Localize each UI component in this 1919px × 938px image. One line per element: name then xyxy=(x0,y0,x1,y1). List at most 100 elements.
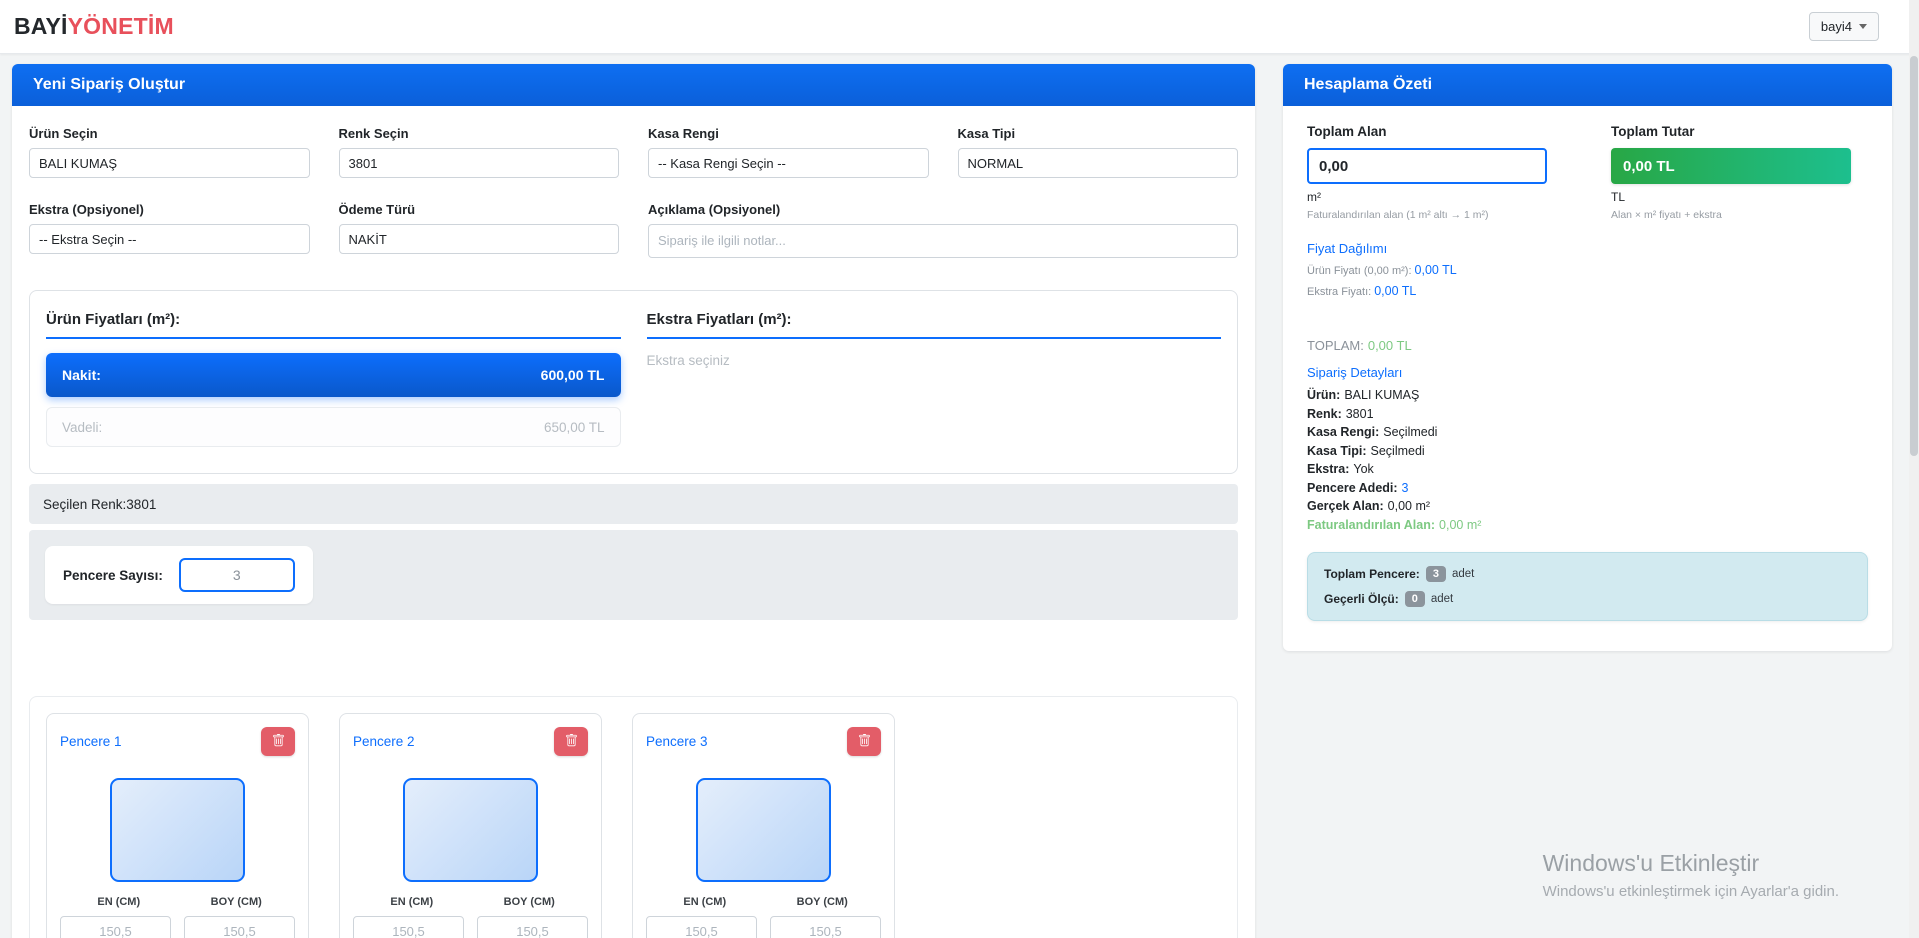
detail-value: Seçilmedi xyxy=(1371,444,1425,458)
field-case-color: Kasa Rengi -- Kasa Rengi Seçin -- xyxy=(648,126,929,178)
detail-label: Ürün: xyxy=(1307,388,1340,402)
product-select[interactable]: BALI KUMAŞ xyxy=(29,148,310,178)
window-count-card: Pencere Sayısı: xyxy=(45,546,313,604)
window-3-dim-labels: EN (CM) BOY (CM) xyxy=(646,896,881,908)
window-2-boy-label: BOY (CM) xyxy=(471,896,589,908)
detail-label: Kasa Tipi: xyxy=(1307,444,1367,458)
window-card-1-title: Pencere 1 xyxy=(60,734,122,749)
price-row-vadeli[interactable]: Vadeli: 650,00 TL xyxy=(46,407,621,447)
window-card-1-header: Pencere 1 xyxy=(60,727,295,756)
scrollbar-track[interactable] xyxy=(1909,0,1919,938)
field-color: Renk Seçin 3801 xyxy=(339,126,620,178)
summary-panel: Hesaplama Özeti Toplam Alan m² Faturalan… xyxy=(1283,64,1892,651)
stat-valid-badge: 0 xyxy=(1405,591,1425,607)
payment-label: Ödeme Türü xyxy=(339,202,620,217)
window-count-input[interactable] xyxy=(179,558,295,592)
detail-row-color: Renk:3801 xyxy=(1307,405,1868,424)
window-preview-1 xyxy=(110,778,245,882)
page-content: Yeni Sipariş Oluştur Ürün Seçin BALI KUM… xyxy=(0,54,1919,938)
summary-totals-row: Toplam Alan m² Faturalandırılan alan (1 … xyxy=(1307,124,1868,221)
delete-window-2-button[interactable] xyxy=(554,727,588,756)
detail-row-billed-area: Faturalandırılan Alan:0,00 m² xyxy=(1307,516,1868,535)
price-breakdown-title: Fiyat Dağılımı xyxy=(1307,241,1868,256)
window-1-boy-input[interactable] xyxy=(184,916,295,938)
stat-total-unit: adet xyxy=(1452,568,1474,580)
total-area-unit: m² xyxy=(1307,190,1547,204)
extra-prices-column: Ekstra Fiyatları (m²): Ekstra seçiniz xyxy=(647,311,1222,447)
case-type-select[interactable]: NORMAL xyxy=(958,148,1239,178)
window-3-en-input[interactable] xyxy=(646,916,757,938)
detail-row-product: Ürün:BALI KUMAŞ xyxy=(1307,386,1868,405)
chevron-down-icon xyxy=(1859,24,1867,29)
detail-row-real-area: Gerçek Alan:0,00 m² xyxy=(1307,497,1868,516)
summary-body: Toplam Alan m² Faturalandırılan alan (1 … xyxy=(1283,106,1892,651)
total-area-input[interactable] xyxy=(1307,148,1547,184)
window-1-en-input[interactable] xyxy=(60,916,171,938)
case-color-select[interactable]: -- Kasa Rengi Seçin -- xyxy=(648,148,929,178)
scrollbar-thumb[interactable] xyxy=(1910,56,1918,456)
selected-color-bar: Seçilen Renk:3801 xyxy=(29,484,1238,524)
order-details-list: Ürün:BALI KUMAŞ Renk:3801 Kasa Rengi: Seç… xyxy=(1307,386,1868,534)
price-row-vadeli-value: 650,00 TL xyxy=(544,420,605,435)
detail-label: Kasa Rengi: xyxy=(1307,425,1379,439)
window-2-dim-labels: EN (CM) BOY (CM) xyxy=(353,896,588,908)
window-card-3: Pencere 3 EN (CM) BOY (CM) xyxy=(632,713,895,938)
price-row-nakit-value: 600,00 TL xyxy=(541,367,605,383)
detail-value: 0,00 m² xyxy=(1439,518,1481,532)
extra-prices-empty-text: Ekstra seçiniz xyxy=(647,353,1222,368)
stat-valid-unit: adet xyxy=(1431,593,1453,605)
price-row-nakit[interactable]: Nakit: 600,00 TL xyxy=(46,353,621,397)
note-label: Açıklama (Opsiyonel) xyxy=(648,202,1238,217)
detail-row-case-color: Kasa Rengi: Seçilmedi xyxy=(1307,423,1868,442)
total-amount-caption: Alan × m² fiyatı + ekstra xyxy=(1611,209,1851,221)
user-menu-label: bayi4 xyxy=(1821,19,1852,34)
total-amount-label: Toplam Tutar xyxy=(1611,124,1851,139)
window-preview-2 xyxy=(403,778,538,882)
price-row-nakit-label: Nakit: xyxy=(62,367,101,383)
trash-icon xyxy=(858,734,871,750)
window-card-2: Pencere 2 EN (CM) BOY (CM) xyxy=(339,713,602,938)
detail-value: Seçilmedi xyxy=(1383,425,1437,439)
order-form-body: Ürün Seçin BALI KUMAŞ Renk Seçin 3801 Ka… xyxy=(12,106,1255,938)
top-header: BAYİYÖNETİM bayi4 xyxy=(0,0,1919,54)
brand-primary: BAYİ xyxy=(14,13,68,39)
total-area-caption: Faturalandırılan alan (1 m² altı → 1 m²) xyxy=(1307,209,1547,221)
brand-secondary: YÖNETİM xyxy=(68,13,174,39)
selected-color-value: 3801 xyxy=(126,497,156,512)
payment-select[interactable]: NAKİT xyxy=(339,224,620,254)
field-note: Açıklama (Opsiyonel) xyxy=(648,202,1238,258)
order-details-title: Sipariş Detayları xyxy=(1307,365,1868,380)
note-textarea[interactable] xyxy=(648,224,1238,258)
trash-icon xyxy=(565,734,578,750)
extra-price-line: Ekstra Fiyatı:0,00 TL xyxy=(1307,284,1868,298)
detail-value: 0,00 m² xyxy=(1388,499,1430,513)
price-row-vadeli-label: Vadeli: xyxy=(62,420,102,435)
window-count-strip: Pencere Sayısı: xyxy=(29,530,1238,620)
detail-value: 3 xyxy=(1402,481,1409,495)
detail-row-window-count: Pencere Adedi:3 xyxy=(1307,479,1868,498)
summary-title: Hesaplama Özeti xyxy=(1283,64,1892,106)
window-stats-box: Toplam Pencere: 3 adet Geçerli Ölçü: 0 a… xyxy=(1307,552,1868,621)
window-3-boy-input[interactable] xyxy=(770,916,881,938)
field-payment: Ödeme Türü NAKİT xyxy=(339,202,620,258)
selected-color-label: Seçilen Renk: xyxy=(43,497,126,512)
detail-value: Yok xyxy=(1353,462,1373,476)
user-menu-button[interactable]: bayi4 xyxy=(1809,12,1879,41)
stat-valid-measures: Geçerli Ölçü: 0 adet xyxy=(1324,591,1851,607)
extra-price-label: Ekstra Fiyatı: xyxy=(1307,286,1371,298)
window-2-boy-input[interactable] xyxy=(477,916,588,938)
stat-total-badge: 3 xyxy=(1426,566,1446,582)
total-area-label: Toplam Alan xyxy=(1307,124,1547,139)
delete-window-1-button[interactable] xyxy=(261,727,295,756)
window-3-dim-inputs xyxy=(646,916,881,938)
extra-price-value: 0,00 TL xyxy=(1374,284,1416,298)
windows-container: Pencere 1 EN (CM) BOY (CM) xyxy=(29,696,1238,938)
window-2-en-input[interactable] xyxy=(353,916,464,938)
product-label: Ürün Seçin xyxy=(29,126,310,141)
extra-prices-title: Ekstra Fiyatları (m²): xyxy=(647,311,1222,339)
detail-row-case-type: Kasa Tipi: Seçilmedi xyxy=(1307,442,1868,461)
window-3-en-label: EN (CM) xyxy=(646,896,764,908)
delete-window-3-button[interactable] xyxy=(847,727,881,756)
color-select[interactable]: 3801 xyxy=(339,148,620,178)
extra-select[interactable]: -- Ekstra Seçin -- xyxy=(29,224,310,254)
